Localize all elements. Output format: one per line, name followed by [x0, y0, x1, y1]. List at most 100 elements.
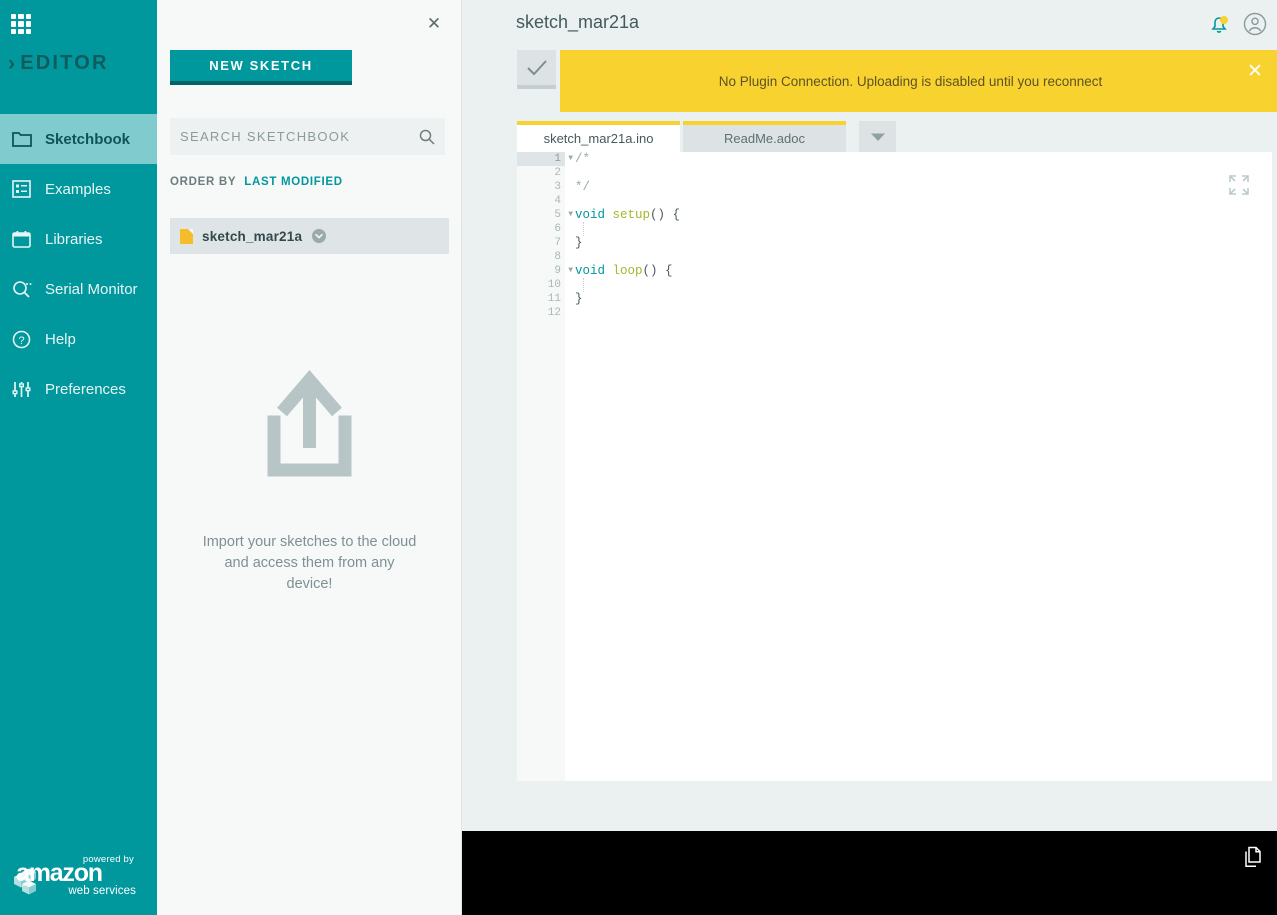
line-number: 2	[554, 167, 561, 179]
code-fold-icon[interactable]: ▼	[565, 264, 573, 278]
code-line: }	[575, 236, 680, 250]
page-title: sketch_mar21a	[516, 12, 640, 32]
list-icon	[12, 178, 42, 200]
tab-label: sketch_mar21a.ino	[543, 131, 654, 146]
apps-grid-icon[interactable]	[10, 13, 32, 35]
top-bar: sketch_mar21a	[462, 0, 1277, 46]
code-line	[575, 278, 680, 292]
sidebar-item-libraries[interactable]: Libraries	[0, 214, 157, 264]
upload-cloud-icon	[267, 370, 352, 477]
line-number-gutter: 1 ▼ 2 3 4 5 ▼ 6 7 8 9 ▼ 10 11 12	[517, 152, 573, 781]
close-banner-icon[interactable]: ✕	[1245, 62, 1265, 82]
sidebar-item-preferences[interactable]: Preferences	[0, 364, 157, 414]
sidebar-item-label: Libraries	[45, 230, 103, 248]
search-icon[interactable]	[419, 129, 435, 145]
code-token: () {	[650, 208, 681, 222]
empty-state-text: Import your sketches to the cloud and ac…	[202, 532, 417, 595]
sidebar-nav: Sketchbook Examples Libraries Serial Mon…	[0, 114, 166, 414]
empty-state-line2: and access them from any device!	[224, 555, 395, 592]
code-line: void setup() {	[575, 208, 680, 222]
editor-logo: › EDITOR	[8, 52, 109, 75]
line-number: 7	[554, 237, 561, 249]
folder-icon	[12, 128, 42, 150]
chevron-down-circle-icon[interactable]	[312, 229, 327, 243]
line-number: 5 ▼	[554, 209, 573, 221]
notification-bell-button[interactable]	[1207, 12, 1231, 41]
svg-text:?: ?	[18, 335, 24, 347]
tab-sketch-ino[interactable]: sketch_mar21a.ino	[517, 121, 680, 152]
code-token: loop	[612, 264, 643, 278]
line-number: 10	[547, 279, 561, 291]
code-line: }	[575, 292, 680, 306]
code-fold-icon[interactable]: ▼	[565, 152, 573, 166]
search-sketchbook-box[interactable]	[170, 118, 445, 155]
banner-message: No Plugin Connection. Uploading is disab…	[718, 73, 1103, 89]
notification-bell-icon	[1211, 16, 1228, 33]
indent-guide	[583, 222, 584, 236]
empty-state: Import your sketches to the cloud and ac…	[157, 370, 462, 595]
aws-cubes-icon	[14, 868, 36, 895]
tabs-dropdown-button[interactable]	[859, 121, 896, 152]
tab-label: ReadMe.adoc	[724, 131, 805, 146]
arduino-web-editor: › EDITOR Sketchbook Examples Libraries S…	[0, 0, 1277, 915]
file-icon	[180, 228, 193, 244]
line-number: 3	[554, 181, 561, 193]
code-token: }	[575, 292, 583, 306]
logo-chevron-icon: ›	[8, 52, 18, 75]
sidebar-item-label: Sketchbook	[45, 130, 131, 148]
line-number: 8	[554, 251, 561, 263]
code-editor[interactable]: 1 ▼ 2 3 4 5 ▼ 6 7 8 9 ▼ 10 11 12 /* */ void setup() { …	[517, 152, 1272, 781]
empty-state-line1: Import your sketches to the cloud	[202, 534, 417, 550]
line-number: 12	[547, 307, 561, 319]
close-panel-icon[interactable]: ✕	[425, 15, 443, 33]
logo-text: EDITOR	[20, 52, 109, 74]
fullscreen-icon[interactable]	[1228, 174, 1250, 196]
code-line: /*	[575, 152, 680, 166]
sidebar-item-label: Help	[45, 330, 76, 348]
console-output	[462, 831, 1277, 915]
line-number: 4	[554, 195, 561, 207]
code-content[interactable]: /* */ void setup() { } void loop() { }	[575, 152, 680, 781]
line-number: 9 ▼	[554, 265, 573, 277]
sidebar-item-serial-monitor[interactable]: Serial Monitor	[0, 264, 157, 314]
code-fold-icon[interactable]: ▼	[565, 208, 573, 222]
plugin-warning-banner: No Plugin Connection. Uploading is disab…	[560, 50, 1277, 112]
chevron-down-icon	[870, 133, 885, 141]
code-token: () {	[642, 264, 673, 278]
copy-button[interactable]	[1243, 846, 1263, 873]
sidebar-item-label: Serial Monitor	[45, 280, 138, 298]
code-token: setup	[612, 208, 651, 222]
search-input[interactable]	[180, 129, 419, 144]
code-token: }	[575, 236, 583, 250]
order-by-value[interactable]: LAST MODIFIED	[244, 176, 343, 188]
sidebar-item-help[interactable]: ? Help	[0, 314, 157, 364]
question-circle-icon: ?	[12, 328, 42, 350]
code-token: void	[575, 264, 613, 278]
order-by-row: ORDER BY LAST MODIFIED	[170, 176, 343, 188]
code-line: */	[575, 180, 680, 194]
checkmark-icon	[526, 59, 547, 75]
new-sketch-button[interactable]: NEW SKETCH	[170, 50, 352, 85]
line-number: 11	[547, 293, 561, 305]
sketch-item-label: sketch_mar21a	[202, 228, 303, 244]
aws-logo: powered by amazon web services	[14, 854, 136, 897]
user-avatar-button[interactable]	[1243, 12, 1267, 41]
tab-readme-adoc[interactable]: ReadMe.adoc	[683, 121, 846, 152]
sidebar-item-label: Examples	[45, 180, 111, 198]
sidebar: › EDITOR Sketchbook Examples Libraries S…	[0, 0, 166, 915]
sidebar-item-sketchbook[interactable]: Sketchbook	[0, 114, 166, 164]
user-avatar-icon	[1243, 12, 1267, 36]
sidebar-item-examples[interactable]: Examples	[0, 164, 157, 214]
sliders-icon	[12, 378, 42, 400]
code-token: void	[575, 208, 613, 222]
copy-icon	[1245, 846, 1261, 868]
line-number: 1 ▼	[517, 152, 573, 166]
main-area: sketch_mar21a No Plugin Connection. Uplo…	[462, 0, 1277, 915]
order-by-label: ORDER BY	[170, 176, 237, 188]
verify-button[interactable]	[517, 50, 556, 89]
list-item[interactable]: sketch_mar21a	[170, 218, 449, 254]
